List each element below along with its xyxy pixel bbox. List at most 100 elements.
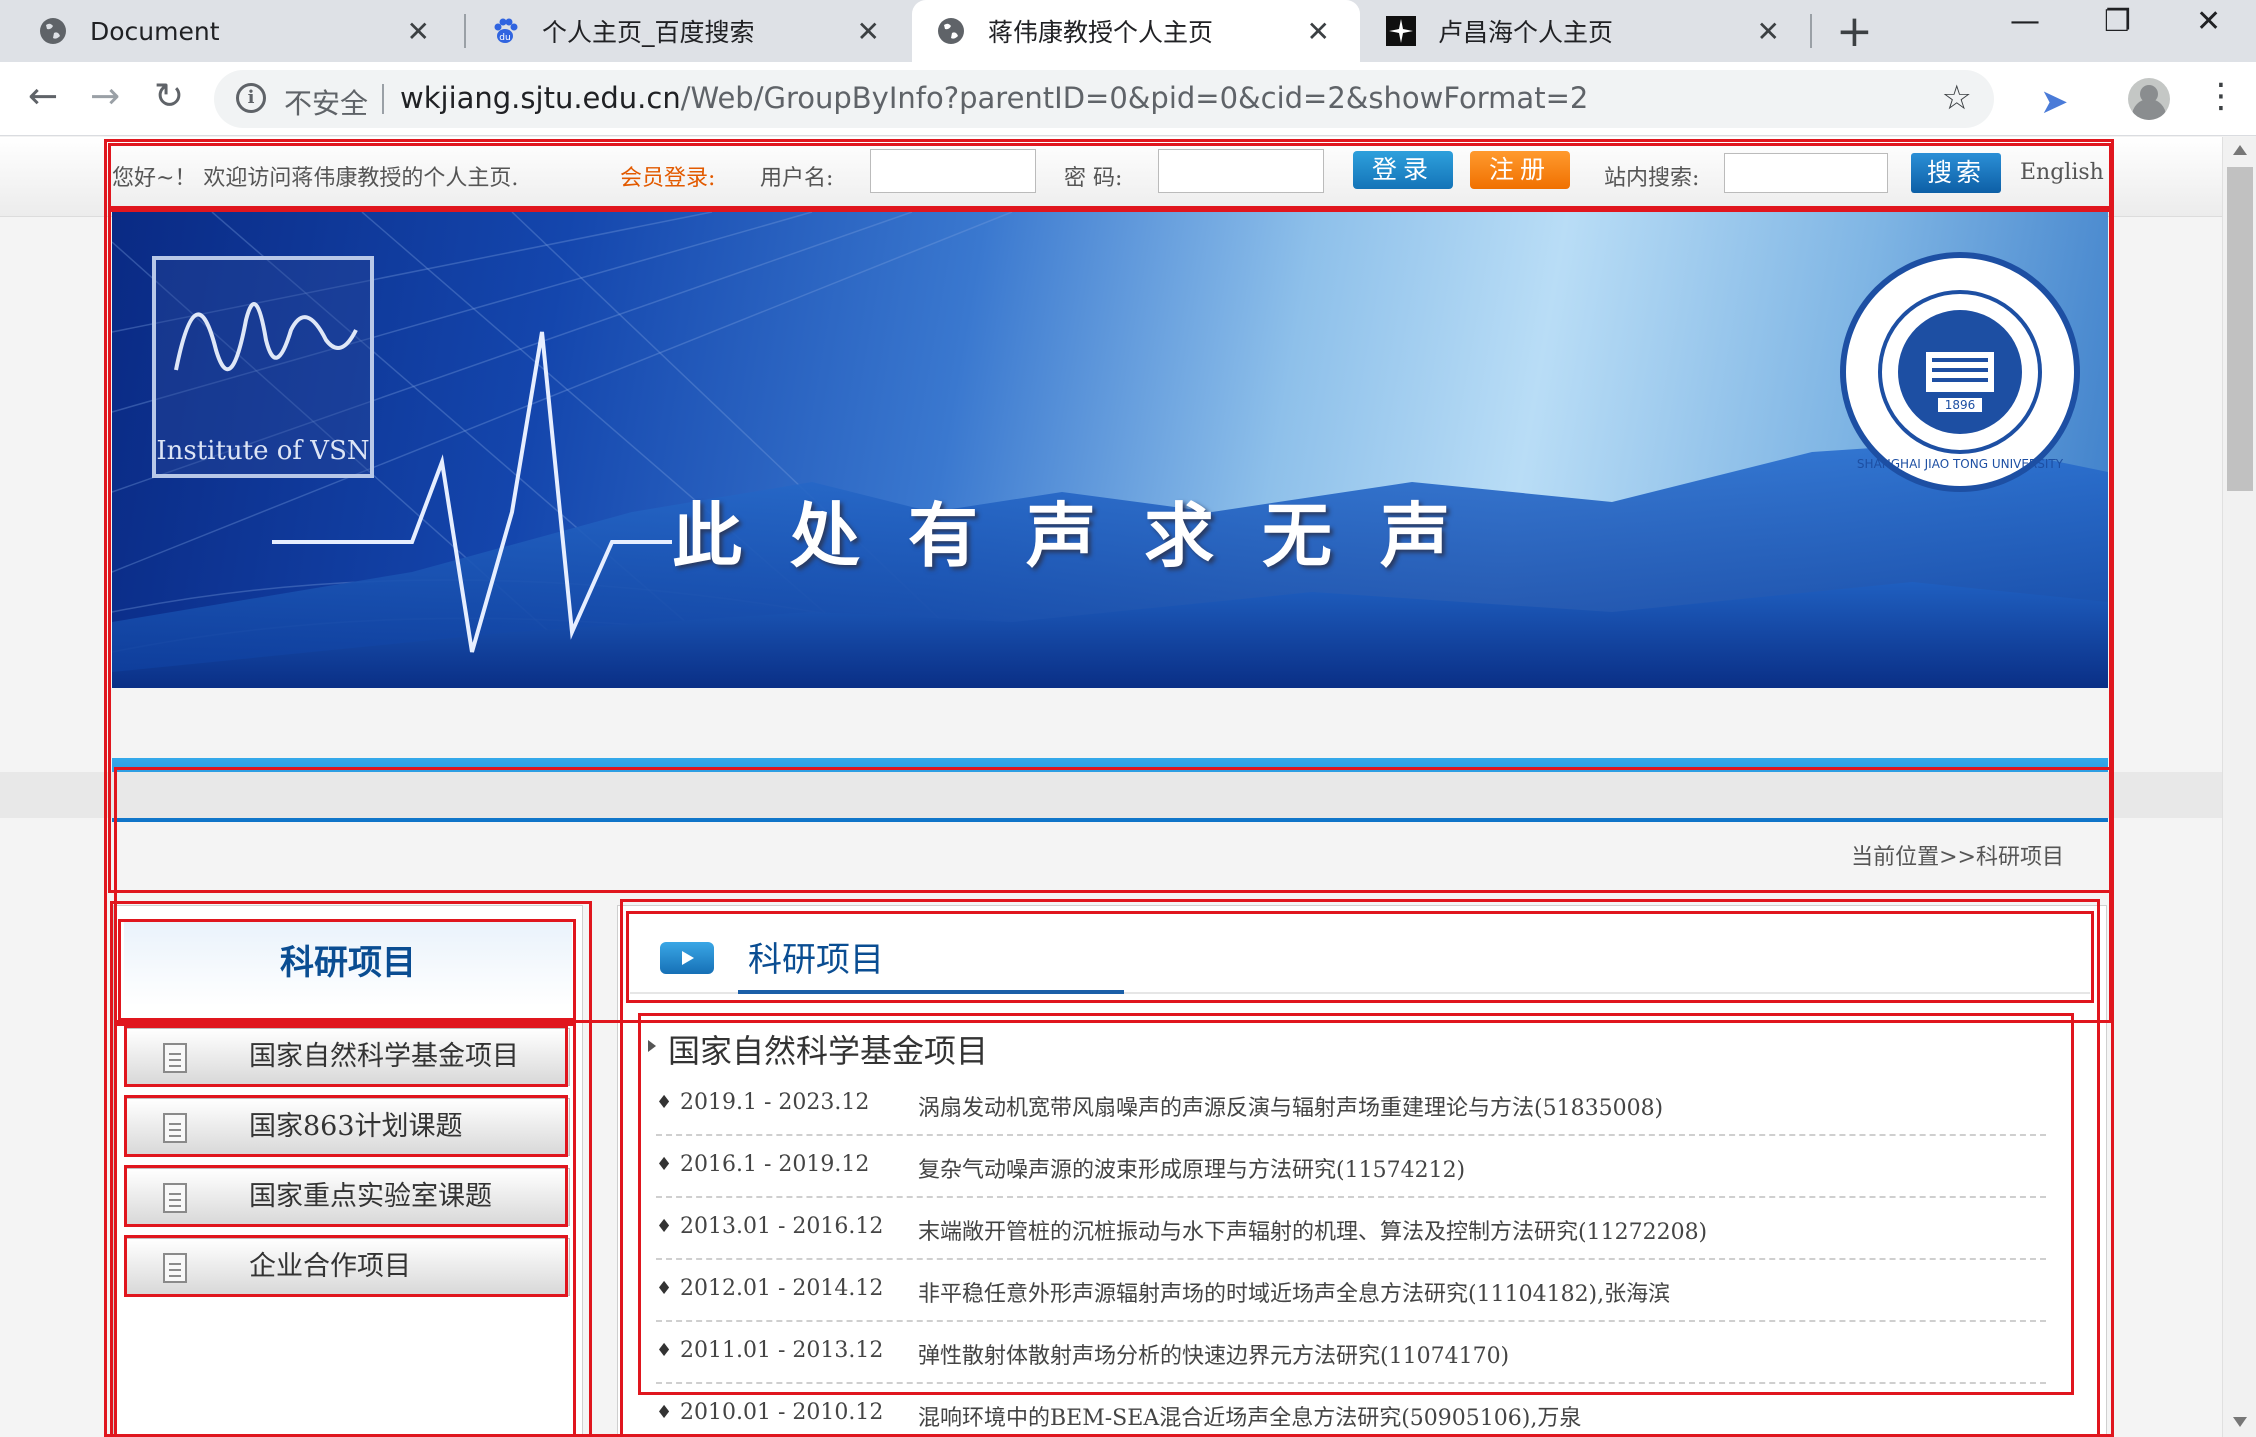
sidebar: 科研项目 国家自然科学基金项目 国家863计划课题 国家重点实验室课题 企业合作… — [113, 905, 583, 1437]
sidebar-item-label: 国家863计划课题 — [249, 1111, 463, 1142]
site-search-input[interactable] — [1724, 153, 1888, 193]
url-text[interactable]: wkjiang.sjtu.edu.cn/Web/GroupByInfo?pare… — [400, 81, 1588, 115]
star-logo-icon — [1386, 16, 1416, 46]
browser-toolbar: ← → ↻ i 不安全 wkjiang.sjtu.edu.cn/Web/Grou… — [0, 62, 2256, 136]
password-input[interactable] — [1158, 149, 1324, 193]
seal-text: SHANGHAI JIAO TONG UNIVERSITY — [1857, 457, 2064, 471]
title-underline — [738, 990, 1124, 994]
register-button[interactable]: 注册 — [1470, 151, 1570, 189]
info-icon[interactable]: i — [236, 83, 266, 113]
project-title[interactable]: 末端敞开管桩的沉桩振动与水下声辐射的机理、算法及控制方法研究(11272208) — [918, 1214, 1707, 1246]
scroll-down-icon[interactable] — [2233, 1417, 2247, 1427]
security-label[interactable]: 不安全 — [284, 82, 368, 122]
triangle-right-icon — [648, 1040, 656, 1052]
back-icon[interactable]: ← — [28, 76, 58, 117]
content-title: 科研项目 — [748, 940, 884, 980]
tab-current-page[interactable]: 蒋伟康教授个人主页 ✕ — [912, 0, 1360, 62]
globe-icon — [38, 16, 68, 46]
url-path: /Web/GroupByInfo?parentID=0&pid=0&cid=2&… — [680, 81, 1589, 115]
tab-separator — [464, 14, 466, 48]
main-content: 科研项目 国家自然科学基金项目 ♦ 2019.1 - 2023.12 涡扇发动机… — [617, 905, 2107, 1437]
mountain-graphic — [112, 212, 2108, 688]
logo-text: Institute of VSN — [156, 436, 370, 466]
sidebar-item-key-lab[interactable]: 国家重点实验室课题 — [126, 1168, 570, 1226]
institute-logo: Institute of VSN — [152, 256, 374, 478]
url-host: wkjiang.sjtu.edu.cn — [400, 81, 681, 115]
english-link[interactable]: English — [2020, 160, 2104, 185]
baidu-paw-icon: du — [490, 16, 520, 46]
close-window-icon[interactable]: ✕ — [2196, 4, 2221, 39]
breadcrumb-band — [0, 772, 2222, 818]
project-row[interactable]: ♦ 2010.01 - 2010.12 混响环境中的BEM-SEA混合近场声全息… — [656, 1384, 2046, 1437]
profile-avatar-icon[interactable] — [2128, 78, 2170, 120]
page-scrollbar[interactable] — [2222, 137, 2256, 1437]
sidebar-title: 科研项目 — [124, 920, 572, 1006]
scroll-thumb[interactable] — [2227, 167, 2253, 491]
address-bar[interactable]: i 不安全 wkjiang.sjtu.edu.cn/Web/GroupByInf… — [214, 70, 1994, 128]
project-row[interactable]: ♦ 2012.01 - 2014.12 非平稳任意外形声源辐射声场的时域近场声全… — [656, 1260, 2046, 1322]
tab-title: Document — [90, 16, 220, 46]
project-row[interactable]: ♦ 2013.01 - 2016.12 末端敞开管桩的沉桩振动与水下声辐射的机理… — [656, 1198, 2046, 1260]
extension-icon[interactable]: ➤ — [2040, 82, 2069, 122]
login-bar: 您好~！ 欢迎访问蒋伟康教授的个人主页. 会员登录: 用户名: 密 码: 登录 … — [0, 137, 2222, 217]
project-row[interactable]: ♦ 2019.1 - 2023.12 涡扇发动机宽带风扇噪声的声源反演与辐射声场… — [656, 1074, 2046, 1136]
close-tab-icon[interactable]: ✕ — [1757, 15, 1780, 48]
svg-text:du: du — [499, 33, 510, 43]
waveform-logo-icon — [174, 302, 358, 372]
project-date: 2013.01 - 2016.12 — [680, 1214, 884, 1239]
site-search-label: 站内搜索: — [1604, 166, 1700, 191]
diamond-bullet-icon: ♦ — [656, 1154, 673, 1175]
diamond-bullet-icon: ♦ — [656, 1278, 673, 1299]
login-button[interactable]: 登录 — [1353, 151, 1453, 189]
document-icon — [163, 1253, 187, 1283]
project-date: 2016.1 - 2019.12 — [680, 1152, 870, 1177]
divider — [382, 84, 384, 114]
project-title[interactable]: 涡扇发动机宽带风扇噪声的声源反演与辐射声场重建理论与方法(51835008) — [918, 1090, 1663, 1122]
tab-strip: Document ✕ du 个人主页_百度搜索 ✕ 蒋伟康教授个人主页 ✕ 卢昌… — [0, 0, 2256, 62]
project-title[interactable]: 弹性散射体散射声场分析的快速边界元方法研究(11074170) — [918, 1338, 1509, 1370]
project-title[interactable]: 非平稳任意外形声源辐射声场的时域近场声全息方法研究(11104182),张海滨 — [918, 1276, 1670, 1308]
university-seal-icon: 1896 SHANGHAI JIAO TONG UNIVERSITY — [1857, 290, 2064, 471]
more-menu-icon[interactable]: ⋮ — [2204, 76, 2238, 116]
slogan-text: 此处有声求无声 — [672, 494, 1498, 577]
reload-icon[interactable]: ↻ — [154, 76, 184, 117]
forward-icon[interactable]: → — [90, 76, 120, 117]
play-icon — [660, 942, 714, 974]
globe-icon — [936, 16, 966, 46]
sidebar-item-label: 企业合作项目 — [249, 1251, 411, 1282]
tab-title: 卢昌海个人主页 — [1438, 18, 1614, 47]
diamond-bullet-icon: ♦ — [656, 1216, 673, 1237]
diamond-bullet-icon: ♦ — [656, 1092, 673, 1113]
project-date: 2012.01 - 2014.12 — [680, 1276, 884, 1301]
username-label: 用户名: — [760, 166, 834, 191]
restore-icon[interactable]: ❐ — [2104, 4, 2131, 39]
close-tab-icon[interactable]: ✕ — [1307, 15, 1330, 48]
close-tab-icon[interactable]: ✕ — [857, 15, 880, 48]
tab-separator — [1810, 14, 1812, 48]
username-input[interactable] — [870, 149, 1036, 193]
new-tab-icon[interactable]: + — [1836, 6, 1873, 57]
minimize-icon[interactable]: — — [2010, 4, 2040, 39]
diamond-bullet-icon: ♦ — [656, 1402, 673, 1423]
project-date: 2019.1 - 2023.12 — [680, 1090, 870, 1115]
member-login-label: 会员登录: — [620, 166, 716, 191]
sidebar-item-enterprise[interactable]: 企业合作项目 — [126, 1238, 570, 1296]
close-tab-icon[interactable]: ✕ — [407, 15, 430, 48]
tab-document[interactable]: Document ✕ — [0, 0, 460, 62]
bookmark-star-icon[interactable]: ☆ — [1942, 78, 1972, 118]
sidebar-item-label: 国家重点实验室课题 — [249, 1181, 492, 1212]
project-row[interactable]: ♦ 2011.01 - 2013.12 弹性散射体散射声场分析的快速边界元方法研… — [656, 1322, 2046, 1384]
project-title[interactable]: 混响环境中的BEM-SEA混合近场声全息方法研究(50905106),万泉 — [918, 1400, 1581, 1432]
project-row[interactable]: ♦ 2016.1 - 2019.12 复杂气动噪声源的波束形成原理与方法研究(1… — [656, 1136, 2046, 1198]
project-title[interactable]: 复杂气动噪声源的波束形成原理与方法研究(11574212) — [918, 1152, 1465, 1184]
tab-luchanghai[interactable]: 卢昌海个人主页 ✕ — [1362, 0, 1810, 62]
search-button[interactable]: 搜索 — [1911, 153, 2001, 193]
sidebar-item-863[interactable]: 国家863计划课题 — [126, 1098, 570, 1156]
password-label: 密 码: — [1064, 166, 1123, 191]
sjtu-seal: 1896 SHANGHAI JIAO TONG UNIVERSITY — [1840, 252, 2080, 492]
sidebar-item-nsfc[interactable]: 国家自然科学基金项目 — [126, 1028, 570, 1086]
tab-baidu-search[interactable]: du 个人主页_百度搜索 ✕ — [468, 0, 910, 62]
scroll-up-icon[interactable] — [2233, 145, 2247, 155]
welcome-text: 您好~！ 欢迎访问蒋伟康教授的个人主页. — [112, 166, 519, 191]
seal-year: 1896 — [1945, 398, 1976, 412]
